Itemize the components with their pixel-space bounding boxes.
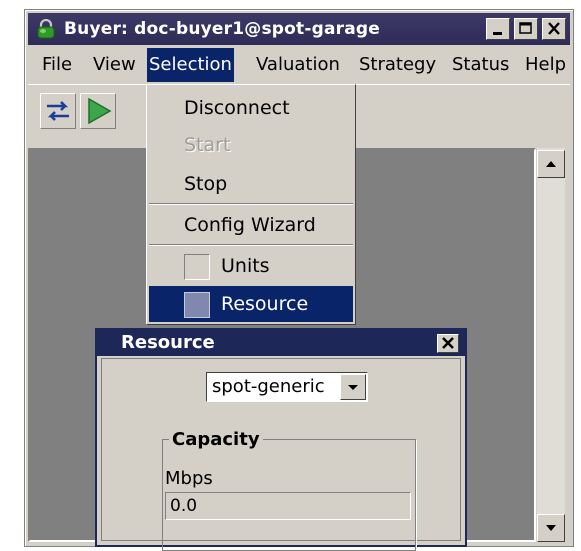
menu-item-config-wizard[interactable]: Config Wizard xyxy=(149,207,353,243)
capacity-group: Capacity Mbps 0.0 xyxy=(162,429,416,551)
resource-frame-title: Resource xyxy=(121,332,215,353)
menu-item-resource[interactable]: Resource xyxy=(149,286,353,322)
menu-view[interactable]: View xyxy=(91,48,138,82)
menu-item-start: Start xyxy=(149,127,353,163)
arrow-up-icon xyxy=(546,161,556,167)
menu-strategy[interactable]: Strategy xyxy=(357,48,438,82)
menu-bar: File View Selection Valuation Strategy S… xyxy=(28,48,570,82)
menu-item-disconnect[interactable]: Disconnect xyxy=(149,90,353,126)
resource-frame-title-bar[interactable]: Resource xyxy=(97,330,465,356)
resource-frame-close-button[interactable] xyxy=(437,334,459,353)
resource-frame: Resource spot-generic Capacity Mbps 0.0 xyxy=(95,328,467,551)
menu-separator xyxy=(149,244,353,246)
mbps-label: Mbps xyxy=(165,468,213,489)
swap-button[interactable] xyxy=(40,93,76,129)
title-bar[interactable]: Buyer: doc-buyer1@spot-garage xyxy=(28,13,570,45)
menu-separator xyxy=(149,203,353,205)
vertical-scrollbar[interactable] xyxy=(537,148,565,542)
menu-help[interactable]: Help xyxy=(523,48,568,82)
minimize-button[interactable] xyxy=(486,18,510,40)
menu-item-label: Stop xyxy=(184,173,228,195)
menu-file[interactable]: File xyxy=(40,48,74,82)
menu-item-label: Units xyxy=(221,255,270,277)
menu-item-stop[interactable]: Stop xyxy=(149,166,353,202)
close-icon xyxy=(442,337,454,349)
play-icon xyxy=(88,97,112,125)
menu-item-label: Config Wizard xyxy=(184,214,316,236)
menu-item-label: Start xyxy=(184,134,231,156)
chevron-down-icon xyxy=(348,385,358,390)
scroll-down-button[interactable] xyxy=(537,514,565,542)
swap-arrows-icon xyxy=(47,101,69,121)
maximize-icon xyxy=(519,22,532,34)
selection-menu: Disconnect Start Stop Config Wizard Unit… xyxy=(146,84,356,325)
units-checkbox[interactable] xyxy=(184,254,210,280)
arrow-down-icon xyxy=(546,525,556,531)
menu-item-label: Resource xyxy=(221,293,309,315)
mbps-field[interactable]: 0.0 xyxy=(165,492,411,520)
close-button[interactable] xyxy=(542,18,566,40)
resource-combobox[interactable]: spot-generic xyxy=(206,372,368,402)
start-button[interactable] xyxy=(80,93,116,129)
scroll-up-button[interactable] xyxy=(537,150,565,178)
green-lock-icon xyxy=(37,19,55,39)
combobox-value: spot-generic xyxy=(212,376,325,397)
window-title: Buyer: doc-buyer1@spot-garage xyxy=(64,19,380,39)
menu-status[interactable]: Status xyxy=(450,48,511,82)
menu-selection[interactable]: Selection xyxy=(147,48,234,82)
menu-valuation[interactable]: Valuation xyxy=(254,48,342,82)
capacity-group-title: Capacity xyxy=(169,429,263,450)
screen: Buyer: doc-buyer1@spot-garage File View … xyxy=(0,0,581,551)
minimize-icon xyxy=(493,32,502,35)
menu-item-label: Disconnect xyxy=(184,97,290,119)
menu-item-units[interactable]: Units xyxy=(149,248,353,284)
resource-checkbox[interactable] xyxy=(184,292,210,318)
close-icon xyxy=(548,22,560,35)
resource-frame-body: spot-generic Capacity Mbps 0.0 xyxy=(101,358,461,551)
combobox-arrow-button[interactable] xyxy=(340,374,366,400)
maximize-button[interactable] xyxy=(514,18,538,40)
